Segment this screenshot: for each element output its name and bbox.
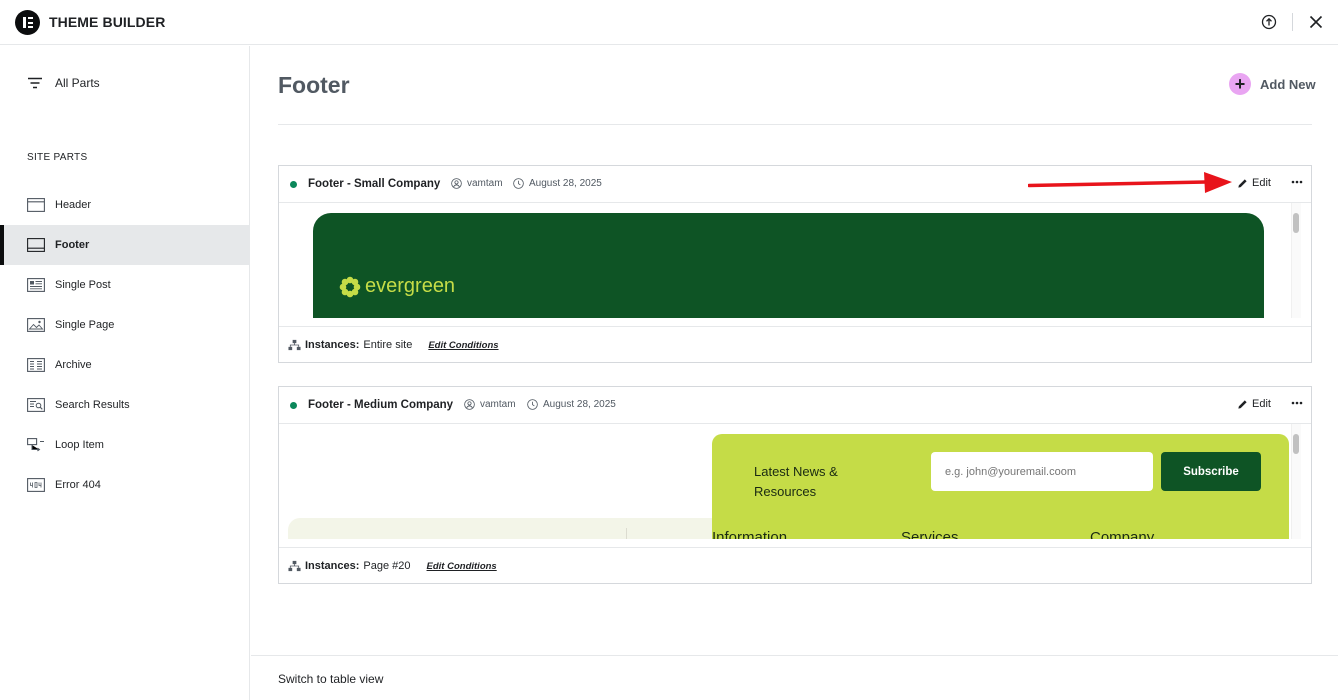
sidebar-item-label: Single Post — [55, 279, 111, 291]
sidebar-item-footer[interactable]: Footer — [0, 225, 250, 265]
single-post-icon — [27, 278, 45, 292]
pencil-icon — [1238, 178, 1247, 188]
sidebar-item-label: Footer — [55, 239, 90, 251]
sidebar-item-search-results[interactable]: Search Results — [0, 385, 250, 425]
newsletter-email-field[interactable] — [931, 452, 1153, 491]
edit-button[interactable]: Edit — [1237, 177, 1271, 189]
all-parts-label: All Parts — [55, 76, 100, 90]
more-options-button[interactable] — [1287, 393, 1307, 413]
site-parts-heading: SITE PARTS — [27, 152, 88, 163]
edit-conditions-link[interactable]: Edit Conditions — [427, 561, 497, 572]
preview-footer-block: evergreen — [313, 213, 1264, 318]
user-icon — [451, 178, 462, 189]
card-author: vamtam — [464, 399, 516, 410]
author-name: vamtam — [480, 399, 516, 410]
header-icon — [27, 198, 45, 212]
add-new-button[interactable]: + Add New — [1229, 73, 1316, 95]
switch-to-table-view-link[interactable]: Switch to table view — [278, 672, 383, 686]
pencil-icon — [1238, 399, 1247, 409]
toolbar-divider — [1292, 13, 1293, 31]
date-text: August 28, 2025 — [543, 399, 616, 410]
card-date: August 28, 2025 — [527, 399, 616, 410]
template-preview[interactable]: Latest News & Resources Subscribe Inform… — [279, 424, 1311, 539]
ellipsis-icon — [1291, 180, 1303, 184]
card-title: Footer - Medium Company — [308, 399, 454, 411]
single-page-icon — [27, 318, 45, 332]
sidebar-item-loop-item[interactable]: Loop Item — [0, 425, 250, 465]
edit-button[interactable]: Edit — [1237, 398, 1271, 410]
card-date: August 28, 2025 — [513, 178, 602, 189]
preview-scroll-thumb[interactable] — [1293, 434, 1299, 454]
annotation-arrow-icon — [1028, 172, 1232, 193]
close-icon[interactable] — [1308, 14, 1324, 30]
sidebar-item-single-page[interactable]: Single Page — [0, 305, 250, 345]
sidebar-item-label: Loop Item — [55, 439, 104, 451]
date-text: August 28, 2025 — [529, 178, 602, 189]
page-title: Footer — [278, 72, 350, 98]
preview-newsletter-block: Latest News & Resources Subscribe — [712, 434, 1289, 539]
instances-label: Instances: — [305, 339, 360, 351]
more-options-button[interactable] — [1287, 172, 1307, 192]
card-footer: Instances: Page #20 Edit Conditions — [279, 547, 1311, 584]
card-title: Footer - Small Company — [308, 178, 441, 190]
user-icon — [464, 399, 475, 410]
clock-icon — [527, 399, 538, 410]
plus-icon: + — [1229, 73, 1251, 95]
sidebar-item-label: Header — [55, 199, 92, 211]
loop-item-icon — [27, 438, 44, 452]
archive-icon — [27, 358, 45, 372]
sidebar-item-error-404[interactable]: Error 404 — [0, 465, 250, 505]
edit-label: Edit — [1252, 177, 1271, 189]
subscribe-button[interactable]: Subscribe — [1161, 452, 1261, 491]
sidebar-item-label: Search Results — [55, 399, 130, 411]
main-content: Footer + Add New Footer - Small Company … — [251, 46, 1338, 700]
author-name: vamtam — [467, 178, 503, 189]
footer-icon — [27, 238, 45, 252]
sidebar: All Parts SITE PARTS Header Footer Singl… — [0, 46, 250, 700]
template-preview[interactable]: evergreen — [279, 203, 1311, 318]
template-card: Footer - Medium Company vamtam August 28… — [278, 386, 1312, 584]
sidebar-item-label: Archive — [55, 359, 92, 371]
sitemap-icon — [288, 339, 301, 351]
sidebar-item-header[interactable]: Header — [0, 185, 250, 225]
edit-conditions-link[interactable]: Edit Conditions — [428, 340, 498, 351]
sidebar-item-archive[interactable]: Archive — [0, 345, 250, 385]
card-author: vamtam — [451, 178, 503, 189]
app-title: THEME BUILDER — [49, 14, 166, 30]
info-upload-icon[interactable] — [1261, 14, 1277, 30]
error-404-icon — [27, 478, 45, 492]
evergreen-logo: evergreen — [339, 275, 455, 298]
search-results-icon — [27, 398, 45, 412]
instances-value: Page #20 — [363, 560, 411, 572]
top-bar: THEME BUILDER — [0, 0, 1338, 45]
sidebar-item-label: Error 404 — [55, 479, 101, 491]
sidebar-item-single-post[interactable]: Single Post — [0, 265, 250, 305]
add-new-label: Add New — [1260, 76, 1316, 92]
title-divider — [278, 124, 1312, 125]
instances-label: Instances: — [305, 560, 360, 572]
preview-column-heading: Information — [712, 529, 788, 539]
filter-lines-icon — [28, 77, 42, 89]
all-parts-link[interactable]: All Parts — [27, 76, 100, 90]
preview-divider — [626, 528, 627, 539]
brand-name: evergreen — [365, 275, 456, 297]
preview-column-heading: Company — [1090, 529, 1155, 539]
instances-value: Entire site — [363, 339, 413, 351]
sidebar-item-label: Single Page — [55, 319, 115, 331]
edit-label: Edit — [1252, 398, 1271, 410]
preview-column-heading: Services — [901, 529, 959, 539]
newsletter-heading: Latest News & Resources — [754, 464, 838, 499]
card-footer: Instances: Entire site Edit Conditions — [279, 326, 1311, 363]
elementor-logo-icon — [15, 10, 40, 35]
sitemap-icon — [288, 560, 301, 572]
preview-scroll-thumb[interactable] — [1293, 213, 1299, 233]
ellipsis-icon — [1291, 401, 1303, 405]
status-dot — [290, 402, 297, 409]
footer-bar: Switch to table view — [251, 655, 1338, 700]
clock-icon — [513, 178, 524, 189]
status-dot — [290, 181, 297, 188]
card-header: Footer - Medium Company vamtam August 28… — [279, 387, 1311, 424]
flower-logo-icon — [339, 276, 361, 297]
